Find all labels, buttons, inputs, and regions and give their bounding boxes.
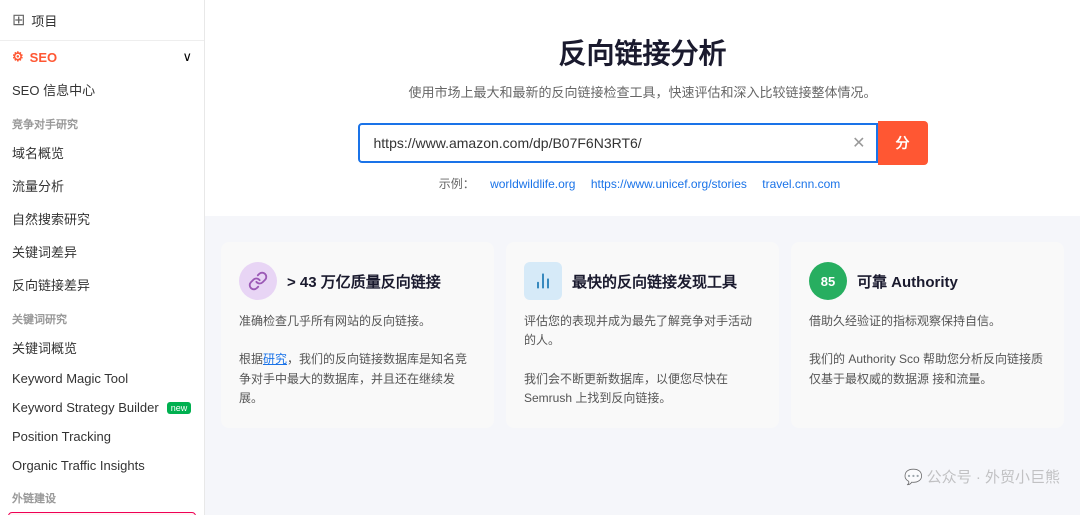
chevron-down-icon: ∨ (182, 49, 192, 65)
new-badge: new (167, 402, 192, 414)
clear-icon[interactable]: ✕ (852, 133, 865, 153)
section-label-keyword: 关键词研究 (0, 301, 204, 331)
search-input[interactable] (370, 125, 853, 161)
watermark-icon: 💬 (904, 468, 923, 486)
sidebar-item-position-tracking[interactable]: Position Tracking (0, 422, 204, 451)
card-authority-headline: 可靠 Authority (857, 271, 958, 292)
card-icon-row-1: > 43 万亿质量反向链接 (239, 262, 476, 300)
authority-score-icon: 85 (809, 262, 847, 300)
sidebar-item-organic-research[interactable]: 自然搜索研究 (0, 202, 204, 235)
card-backlinks: > 43 万亿质量反向链接 准确检查几乎所有网站的反向链接。 根据研究，我们的反… (221, 242, 494, 428)
sidebar-item-label: SEO 信息中心 (12, 80, 95, 99)
chart-icon (524, 262, 562, 300)
research-link[interactable]: 研究 (263, 352, 287, 366)
example-link-3[interactable]: travel.cnn.com (762, 177, 840, 191)
main-content: 反向链接分析 使用市场上最大和最新的反向链接检查工具，快速评估和深入比较链接整体… (205, 0, 1080, 428)
example-label: 示例： (439, 177, 475, 191)
sidebar-item-backlink-gap[interactable]: 反向链接差异 (0, 268, 204, 301)
page-title: 反向链接分析 (245, 32, 1040, 72)
card-backlinks-headline: > 43 万亿质量反向链接 (287, 271, 441, 292)
cards-section: > 43 万亿质量反向链接 准确检查几乎所有网站的反向链接。 根据研究，我们的反… (205, 226, 1080, 428)
card-icon-row-3: 85 可靠 Authority (809, 262, 1046, 300)
search-input-container: ✕ (358, 123, 878, 163)
sidebar-item-keyword-magic-tool[interactable]: Keyword Magic Tool (0, 364, 204, 393)
section-label-link-building: 外链建设 (0, 480, 204, 510)
card-authority: 85 可靠 Authority 借助久经验证的指标观察保持自信。 我们的 Aut… (791, 242, 1064, 428)
sidebar-item-organic-traffic[interactable]: Organic Traffic Insights (0, 451, 204, 480)
example-link-1[interactable]: worldwildlife.org (490, 177, 575, 191)
watermark-text: 公众号 · 外贸小巨熊 (927, 466, 1060, 487)
card-icon-row-2: 最快的反向链接发现工具 (524, 262, 761, 300)
sidebar-seo-left: ⚙ SEO (12, 49, 57, 65)
seo-label: SEO (30, 50, 57, 65)
seo-icon: ⚙ (12, 49, 24, 65)
hero-subtitle: 使用市场上最大和最新的反向链接检查工具，快速评估和深入比较链接整体情况。 (245, 82, 1040, 101)
sidebar-item-keyword-strategy-builder[interactable]: Keyword Strategy Builder new (0, 393, 204, 422)
sidebar-item-keyword-overview[interactable]: 关键词概览 (0, 331, 204, 364)
card-fastest-headline: 最快的反向链接发现工具 (572, 271, 737, 292)
sidebar-top-project[interactable]: ⊞ 项目 (0, 0, 204, 41)
hero-section: 反向链接分析 使用市场上最大和最新的反向链接检查工具，快速评估和深入比较链接整体… (205, 0, 1080, 216)
backlink-icon (239, 262, 277, 300)
sidebar-item-seo-info[interactable]: SEO 信息中心 (0, 73, 204, 106)
sidebar-item-keyword-gap[interactable]: 关键词差异 (0, 235, 204, 268)
watermark: 💬 公众号 · 外贸小巨熊 (904, 466, 1060, 487)
card-authority-desc: 借助久经验证的指标观察保持自信。 我们的 Authority Sco 帮助您分析… (809, 312, 1046, 389)
project-icon: ⊞ (12, 10, 25, 30)
example-row: 示例： worldwildlife.org https://www.unicef… (245, 175, 1040, 192)
search-bar: ✕ 分 (245, 121, 1040, 165)
sidebar-item-traffic-analysis[interactable]: 流量分析 (0, 169, 204, 202)
example-link-2[interactable]: https://www.unicef.org/stories (591, 177, 747, 191)
section-label-competitor: 竞争对手研究 (0, 106, 204, 136)
sidebar-seo-header[interactable]: ⚙ SEO ∨ (0, 41, 204, 73)
sidebar-top-label: 项目 (31, 11, 57, 30)
sidebar: ⊞ 项目 ⚙ SEO ∨ SEO 信息中心 竞争对手研究 域名概览 流量分析 自… (0, 0, 205, 515)
card-fastest: 最快的反向链接发现工具 评估您的表现并成为最先了解竞争对手活动的人。 我们会不断… (506, 242, 779, 428)
card-fastest-desc: 评估您的表现并成为最先了解竞争对手活动的人。 我们会不断更新数据库，以便您尽快在… (524, 312, 761, 408)
sidebar-item-domain-overview[interactable]: 域名概览 (0, 136, 204, 169)
card-backlinks-desc: 准确检查几乎所有网站的反向链接。 根据研究，我们的反向链接数据库是知名竞争对手中… (239, 312, 476, 408)
search-button[interactable]: 分 (878, 121, 928, 165)
